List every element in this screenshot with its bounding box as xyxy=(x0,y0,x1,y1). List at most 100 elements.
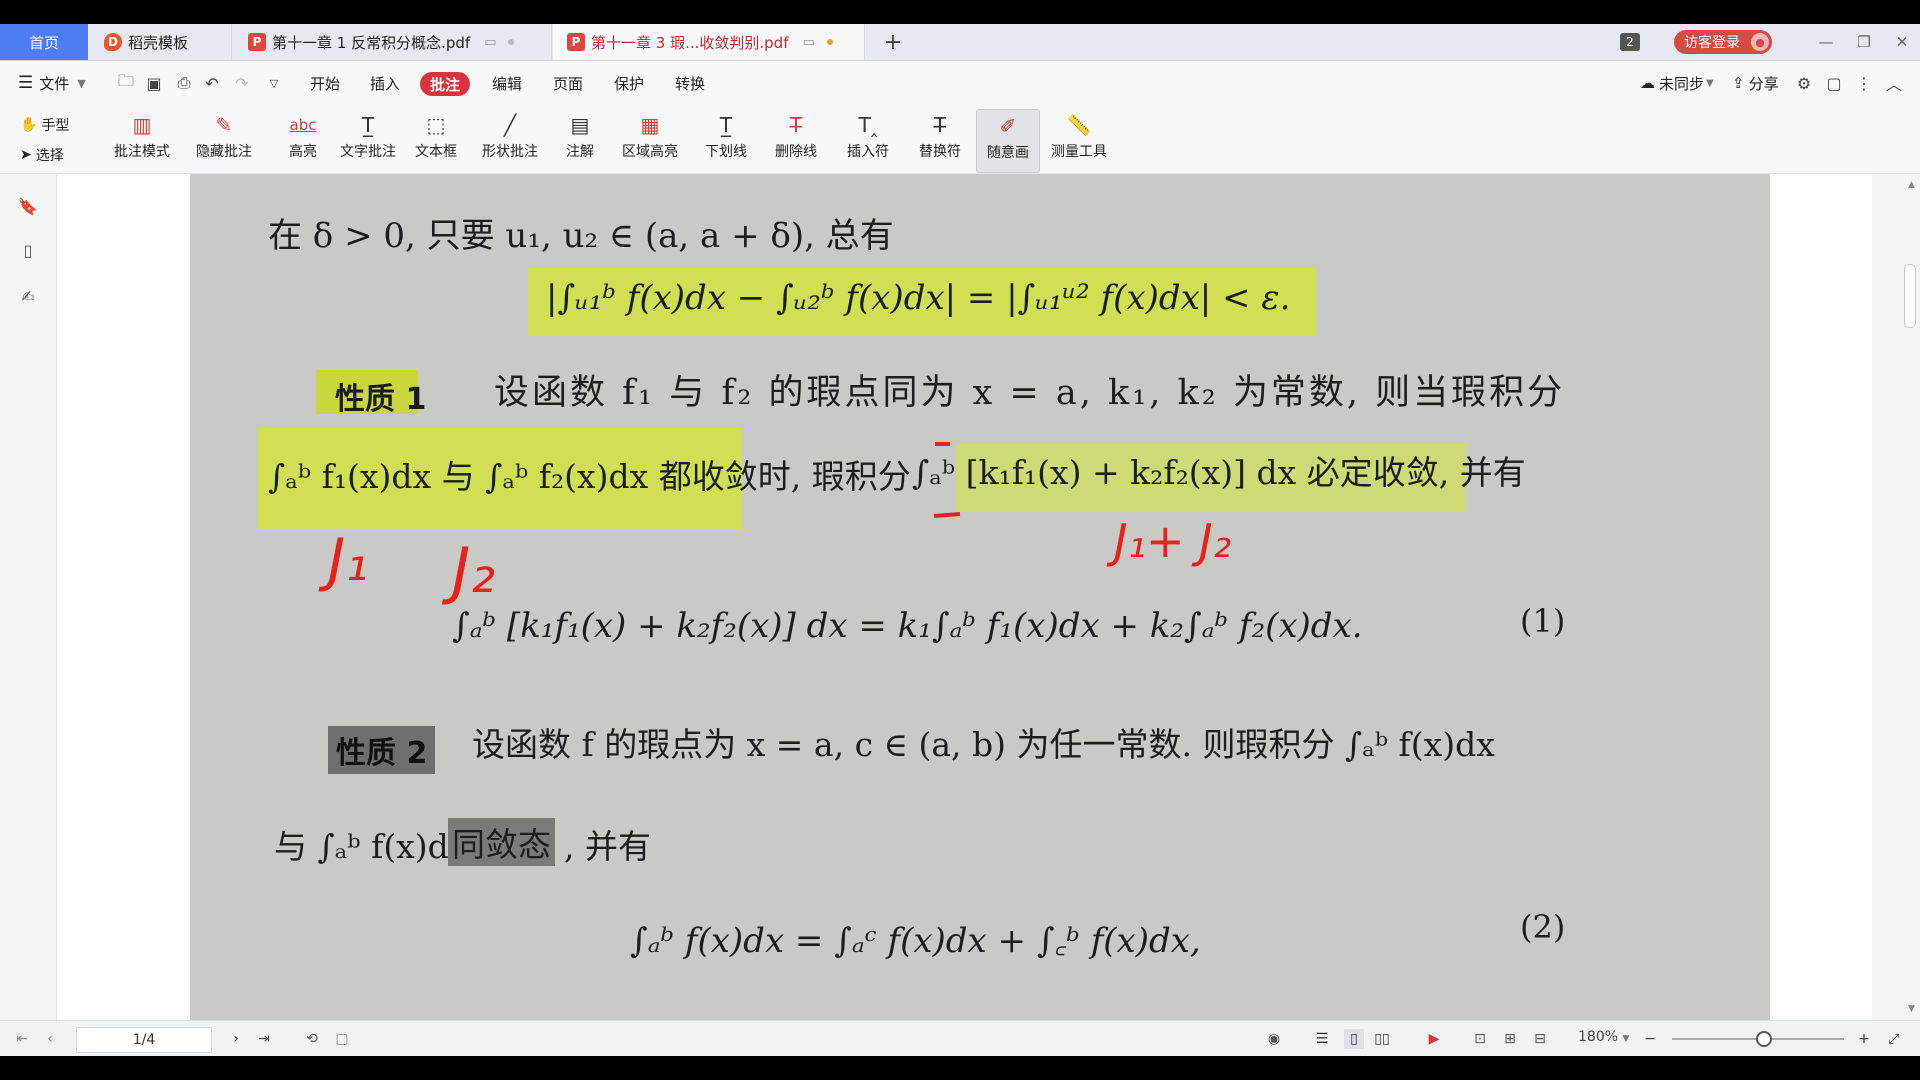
new-tab-button[interactable]: + xyxy=(878,24,908,60)
tab-doc-2[interactable]: P 第十一章 3 瑕...收敛判别.pdf ▭ xyxy=(553,24,865,60)
menu-protect[interactable]: 保护 xyxy=(614,61,644,105)
redo-icon[interactable]: ↷ xyxy=(232,73,252,93)
strikethrough-tool[interactable]: T̶ 删除线 xyxy=(766,109,826,171)
scroll-down-icon[interactable]: ▼ xyxy=(1908,1004,1915,1014)
fullscreen-icon[interactable]: ⤢ xyxy=(1884,1029,1904,1049)
tool-label: 删除线 xyxy=(775,144,817,160)
login-button[interactable]: 访客登录 ● xyxy=(1674,30,1772,54)
menu-annotate[interactable]: 批注 xyxy=(420,72,471,96)
last-page-icon[interactable]: ⇥ xyxy=(254,1029,274,1049)
rotate-icon[interactable]: ⟲ xyxy=(302,1029,322,1049)
tab-template[interactable]: D 稻壳模板 xyxy=(90,24,232,60)
menu-start[interactable]: 开始 xyxy=(310,61,340,105)
hamburger-icon: ☰ xyxy=(18,73,34,93)
tab-home[interactable]: 首页 xyxy=(0,24,88,60)
measure-tool[interactable]: 📏 测量工具 xyxy=(1046,109,1112,171)
tool-label: 形状批注 xyxy=(482,144,538,160)
tool-label: 高亮 xyxy=(289,144,317,160)
sync-status[interactable]: ☁ 未同步 ▼ xyxy=(1640,61,1714,105)
hand-icon: ✋ xyxy=(20,117,38,133)
tool-label: 区域高亮 xyxy=(622,144,678,160)
fit-page-icon[interactable]: ▢ xyxy=(332,1029,352,1049)
scroll-thumb[interactable] xyxy=(1904,264,1916,328)
save-icon[interactable]: ▣ xyxy=(144,73,164,93)
replace-icon: T̶ xyxy=(933,113,947,137)
textbox-tool[interactable]: ⬚ 文本框 xyxy=(408,109,464,171)
menu-edit[interactable]: 编辑 xyxy=(492,61,522,105)
zoom-out-icon[interactable]: − xyxy=(1640,1029,1660,1049)
fit-width-icon[interactable]: ⊞ xyxy=(1500,1029,1520,1049)
restore-icon[interactable]: ❐ xyxy=(1846,24,1882,60)
zoom-level[interactable]: 180% ▼ xyxy=(1578,1029,1629,1045)
fit-height-icon[interactable]: ⊟ xyxy=(1530,1029,1550,1049)
actual-size-icon[interactable]: ⊡ xyxy=(1470,1029,1490,1049)
hide-annotation-icon: ✎ xyxy=(215,113,233,137)
undo-icon[interactable]: ↶ xyxy=(202,73,222,93)
hand-tool-label: 手型 xyxy=(41,118,70,134)
next-page-icon[interactable]: › xyxy=(226,1029,246,1049)
continuous-view-icon[interactable]: ☰ xyxy=(1312,1029,1332,1049)
pdf-page[interactable]: 在 δ > 0, 只要 u₁, u₂ ∈ (a, a + δ), 总有 |∫ᵤ₁… xyxy=(190,174,1770,1020)
prev-page-icon[interactable]: ‹ xyxy=(40,1029,60,1049)
monitor-icon[interactable]: ▭ xyxy=(484,35,496,50)
play-presentation-icon[interactable]: ▶ xyxy=(1424,1029,1444,1049)
annotation-ribbon: ✋ 手型 ➤ 选择 ▥ 批注模式 ✎ 隐藏批注 abc 高亮 T̲ 文字批注 ⬚… xyxy=(0,105,1920,174)
scroll-up-icon[interactable]: ▲ xyxy=(1908,180,1915,190)
hide-annotation-tool[interactable]: ✎ 隐藏批注 xyxy=(192,109,256,171)
text-annotation-tool[interactable]: T̲ 文字批注 xyxy=(336,109,400,171)
select-tool[interactable]: ➤ 选择 xyxy=(20,143,64,167)
annotation-mode-icon: ▥ xyxy=(132,113,152,137)
menu-insert[interactable]: 插入 xyxy=(370,61,400,105)
double-page-view-icon[interactable]: ▯▯ xyxy=(1372,1029,1392,1049)
hand-tool[interactable]: ✋ 手型 xyxy=(20,113,69,137)
bookmark-icon[interactable]: 🔖 xyxy=(18,196,38,216)
menu-page[interactable]: 页面 xyxy=(553,61,583,105)
caret-icon: T‸ xyxy=(858,113,878,137)
zoom-slider-handle[interactable] xyxy=(1756,1031,1772,1047)
tool-label: 下划线 xyxy=(705,144,747,160)
replace-tool[interactable]: T̶ 替换符 xyxy=(908,109,972,171)
strikethrough-icon: T̶ xyxy=(789,113,803,137)
open-folder-icon[interactable]: 🗀 xyxy=(116,71,136,93)
share-button[interactable]: ⇪ 分享 xyxy=(1732,61,1779,105)
area-highlight-tool[interactable]: ▦ 区域高亮 xyxy=(612,109,688,171)
vertical-scrollbar[interactable]: ▲ ▼ xyxy=(1872,174,1920,1020)
print-icon[interactable]: ⎙ xyxy=(174,73,194,93)
more-icon[interactable]: ⋮ xyxy=(1854,73,1874,93)
user-avatar-icon: ● xyxy=(1751,33,1769,51)
minimize-icon[interactable]: — xyxy=(1808,24,1844,60)
close-icon[interactable]: ✕ xyxy=(1884,24,1920,60)
collapse-ribbon-icon[interactable]: ︿ xyxy=(1884,73,1904,94)
menu-convert[interactable]: 转换 xyxy=(675,61,705,105)
single-page-view-icon[interactable]: ▯ xyxy=(1344,1029,1364,1049)
chevron-down-icon: ▼ xyxy=(1706,77,1714,89)
underline-tool[interactable]: T̲ 下划线 xyxy=(696,109,756,171)
share-label: 分享 xyxy=(1748,74,1779,93)
note-icon: ▤ xyxy=(570,113,590,137)
monitor-icon[interactable]: ▭ xyxy=(802,35,814,50)
note-tool[interactable]: ▤ 注解 xyxy=(556,109,604,171)
caret-tool[interactable]: T‸ 插入符 xyxy=(838,109,898,171)
first-page-icon[interactable]: ⇤ xyxy=(12,1029,32,1049)
file-menu[interactable]: ☰ 文件 ▼ xyxy=(18,61,86,105)
left-side-panel: 🔖 ▯ ✍ xyxy=(0,174,57,1020)
tool-label: 插入符 xyxy=(847,144,889,160)
freehand-draw-tool[interactable]: ✐ 随意画 xyxy=(976,109,1040,173)
comment-icon[interactable]: ▢ xyxy=(1824,73,1844,93)
zoom-in-icon[interactable]: + xyxy=(1854,1029,1874,1049)
thumbnail-icon[interactable]: ▯ xyxy=(18,240,38,260)
annotation-mode-tool[interactable]: ▥ 批注模式 xyxy=(110,109,174,171)
eye-protect-icon[interactable]: ◉ xyxy=(1264,1029,1284,1049)
settings-icon[interactable]: ⚙ xyxy=(1794,73,1814,93)
quick-access-dropdown-icon[interactable]: ▽ xyxy=(264,73,284,93)
page-number-input[interactable]: 1/4 xyxy=(76,1027,212,1053)
tool-label: 文字批注 xyxy=(340,144,396,160)
signature-icon[interactable]: ✍ xyxy=(18,286,38,306)
tab-doc-1[interactable]: P 第十一章 1 反常积分概念.pdf ▭ xyxy=(234,24,552,60)
sync-label: 未同步 xyxy=(1659,74,1705,93)
tab-bar: 首页 D 稻壳模板 P 第十一章 1 反常积分概念.pdf ▭ P 第十一章 3… xyxy=(0,24,1920,61)
highlight-tool[interactable]: abc 高亮 xyxy=(280,109,326,171)
bottom-letterbox xyxy=(0,1056,1920,1080)
window-count-badge[interactable]: 2 xyxy=(1620,33,1640,51)
shape-annotation-tool[interactable]: ╱ 形状批注 xyxy=(470,109,550,171)
